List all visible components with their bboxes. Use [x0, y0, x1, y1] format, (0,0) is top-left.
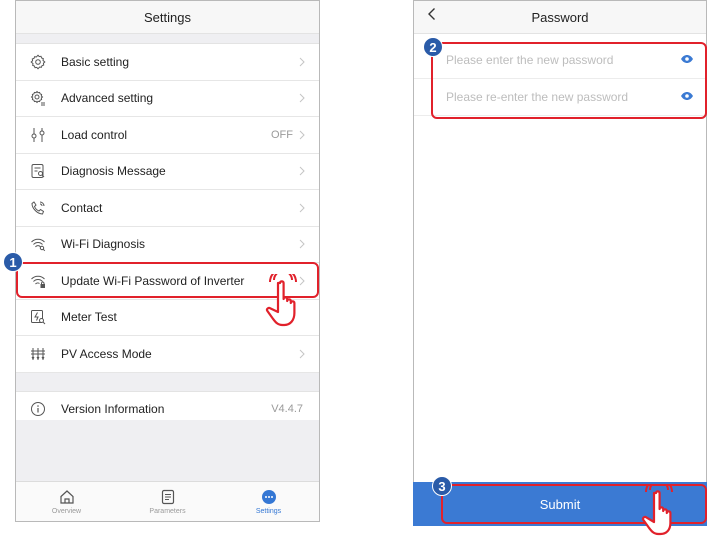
- settings-screen: Settings Basic setting Advanced setting …: [15, 0, 320, 522]
- chevron-right-icon: [297, 203, 307, 213]
- settings-item-wifi-diagnosis[interactable]: Wi-Fi Diagnosis: [16, 226, 319, 263]
- home-icon: [59, 488, 75, 506]
- settings-item-label: PV Access Mode: [61, 346, 152, 361]
- settings-item-advanced[interactable]: Advanced setting: [16, 80, 319, 117]
- diagnosis-icon: [28, 161, 48, 181]
- settings-item-diagnosis[interactable]: Diagnosis Message: [16, 153, 319, 190]
- settings-item-load-control[interactable]: Load control OFF: [16, 117, 319, 154]
- chevron-right-icon: [297, 166, 307, 176]
- settings-title: Settings: [16, 1, 319, 34]
- tab-label: Settings: [255, 508, 282, 515]
- meter-icon: [28, 307, 48, 327]
- phone-icon: [28, 198, 48, 218]
- step-badge: 3: [432, 476, 452, 496]
- settings-item-label: Diagnosis Message: [61, 164, 166, 179]
- settings-item-label: Wi-Fi Diagnosis: [61, 237, 146, 252]
- pv-icon: [28, 344, 48, 364]
- spacer: [414, 34, 706, 42]
- password-header: Password: [414, 1, 706, 34]
- empty-area: [16, 420, 319, 481]
- section-gap: [16, 372, 319, 392]
- step-badge: 1: [3, 252, 23, 272]
- page-title: Password: [531, 9, 589, 25]
- pointing-hand-icon: [265, 274, 297, 327]
- advanced-gear-icon: [28, 88, 48, 108]
- pointing-hand-icon: [641, 484, 673, 536]
- load-control-icon: [28, 125, 48, 145]
- back-chevron-icon[interactable]: [427, 7, 436, 26]
- tab-label: Parameters: [149, 508, 186, 515]
- chevron-right-icon: [297, 57, 307, 67]
- wifi-search-icon: [28, 234, 48, 254]
- info-icon: [28, 399, 48, 419]
- chevron-right-icon: [297, 239, 307, 249]
- settings-item-pv-access[interactable]: PV Access Mode: [16, 336, 319, 373]
- load-control-status: OFF: [271, 128, 293, 141]
- settings-item-label: Load control: [61, 127, 128, 142]
- document-icon: [161, 488, 175, 506]
- tab-label: Overview: [51, 508, 82, 515]
- settings-item-label: Version Information: [61, 402, 165, 417]
- chevron-right-icon: [297, 93, 307, 103]
- settings-item-basic[interactable]: Basic setting: [16, 44, 319, 81]
- tab-settings[interactable]: Settings: [218, 482, 319, 521]
- tab-parameters[interactable]: Parameters: [117, 482, 218, 521]
- highlight-password-fields: [431, 42, 707, 119]
- section-gap: [16, 34, 319, 44]
- gear-icon: [28, 52, 48, 72]
- settings-item-contact[interactable]: Contact: [16, 190, 319, 227]
- settings-item-label: Contact: [61, 200, 103, 215]
- step-badge: 2: [423, 37, 443, 57]
- more-icon: [261, 488, 277, 506]
- chevron-right-icon: [297, 349, 307, 359]
- tab-overview[interactable]: Overview: [16, 482, 117, 521]
- version-number: V4.4.7: [271, 403, 303, 416]
- settings-item-label: Basic setting: [61, 54, 130, 69]
- chevron-right-icon: [297, 130, 307, 140]
- settings-item-label: Advanced setting: [61, 91, 154, 106]
- bottom-tab-bar: Overview Parameters Settings: [16, 481, 319, 521]
